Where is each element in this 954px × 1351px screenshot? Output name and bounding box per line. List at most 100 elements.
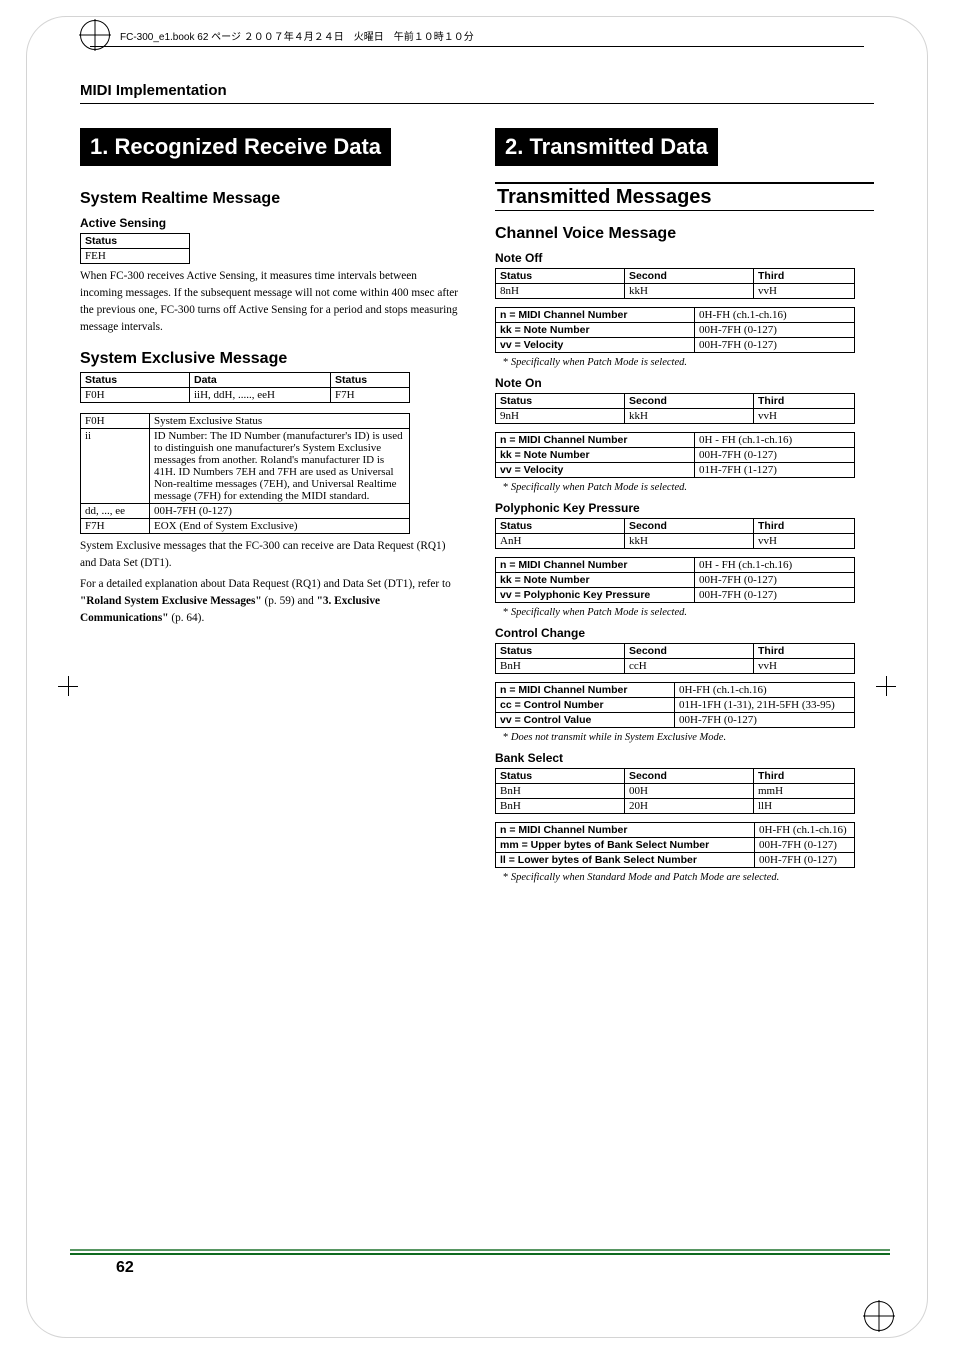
subheading-transmitted-messages: Transmitted Messages <box>495 182 874 211</box>
th: Third <box>754 519 855 534</box>
heading-note-off: Note Off <box>495 251 874 265</box>
th: vv = Polyphonic Key Pressure <box>496 588 695 603</box>
table-note-on-2: n = MIDI Channel Number0H - FH (ch.1-ch.… <box>495 432 855 478</box>
td: 00H-7FH (0-127) <box>695 448 855 463</box>
td: 0H - FH (ch.1-ch.16) <box>695 433 855 448</box>
td: 00H-7FH (0-127) <box>150 503 410 518</box>
td: vvH <box>754 534 855 549</box>
table-poly-1: Status Second Third AnH kkH vvH <box>495 518 855 549</box>
right-column: 2. Transmitted Data Transmitted Messages… <box>495 118 874 891</box>
td: 01H-1FH (1-31), 21H-5FH (33-95) <box>675 698 855 713</box>
footer-rule-icon <box>70 1253 890 1255</box>
td: AnH <box>496 534 625 549</box>
note-note-off: Specifically when Patch Mode is selected… <box>503 357 874 368</box>
td: System Exclusive Status <box>150 413 410 428</box>
td-value: FEH <box>81 249 190 264</box>
td: 9nH <box>496 409 625 424</box>
heading-channel-voice: Channel Voice Message <box>495 225 874 243</box>
para-sx-receive: System Exclusive messages that the FC-30… <box>80 538 459 572</box>
th: vv = Velocity <box>496 463 695 478</box>
td: F7H <box>331 387 410 402</box>
td: 0H - FH (ch.1-ch.16) <box>695 558 855 573</box>
td: 0H-FH (ch.1-ch.16) <box>755 823 855 838</box>
td: 00H-7FH (0-127) <box>755 838 855 853</box>
th: Second <box>625 769 754 784</box>
table-sysex-header: Status Data Status F0H iiH, ddH, ....., … <box>80 372 410 403</box>
th: Status <box>331 372 410 387</box>
th: Status <box>81 372 190 387</box>
th: ll = Lower bytes of Bank Select Number <box>496 853 755 868</box>
th: Third <box>754 644 855 659</box>
td: ID Number: The ID Number (manufacturer's… <box>150 428 410 503</box>
th: n = MIDI Channel Number <box>496 683 675 698</box>
td: iiH, ddH, ....., eeH <box>190 387 331 402</box>
note-bank: Specifically when Standard Mode and Patc… <box>503 872 874 883</box>
td: kkH <box>625 534 754 549</box>
td: kkH <box>625 409 754 424</box>
td: F0H <box>81 387 190 402</box>
th: Status <box>496 269 625 284</box>
text: (p. 59) and <box>265 595 317 607</box>
table-cc-2: n = MIDI Channel Number0H-FH (ch.1-ch.16… <box>495 682 855 728</box>
th: kk = Note Number <box>496 448 695 463</box>
heading-recognized: 1. Recognized Receive Data <box>80 128 391 166</box>
td: vvH <box>754 409 855 424</box>
two-column-layout: 1. Recognized Receive Data System Realti… <box>80 118 874 891</box>
td: llH <box>754 799 855 814</box>
th: Third <box>754 769 855 784</box>
note-poly: Specifically when Patch Mode is selected… <box>503 607 874 618</box>
td: BnH <box>496 784 625 799</box>
th: cc = Control Number <box>496 698 675 713</box>
table-sysex-detail: F0H System Exclusive Status ii ID Number… <box>80 413 410 534</box>
td: 00H-7FH (0-127) <box>695 588 855 603</box>
td: F0H <box>81 413 150 428</box>
th: Second <box>625 644 754 659</box>
td: 00H-7FH (0-127) <box>755 853 855 868</box>
table-poly-2: n = MIDI Channel Number0H - FH (ch.1-ch.… <box>495 557 855 603</box>
bold-ref: "Roland System Exclusive Messages" <box>80 595 262 607</box>
td: dd, ..., ee <box>81 503 150 518</box>
td: F7H <box>81 518 150 533</box>
heading-note-on: Note On <box>495 376 874 390</box>
td: vvH <box>754 659 855 674</box>
table-bank-1: Status Second Third BnH 00H mmH BnH 20H … <box>495 768 855 814</box>
td: 0H-FH (ch.1-ch.16) <box>695 308 855 323</box>
th: vv = Velocity <box>496 338 695 353</box>
th: Third <box>754 394 855 409</box>
table-note-off-1: Status Second Third 8nH kkH vvH <box>495 268 855 299</box>
td: 20H <box>625 799 754 814</box>
table-cc-1: Status Second Third BnH ccH vvH <box>495 643 855 674</box>
table-note-off-2: n = MIDI Channel Number0H-FH (ch.1-ch.16… <box>495 307 855 353</box>
heading-active-sensing: Active Sensing <box>80 216 459 230</box>
th: mm = Upper bytes of Bank Select Number <box>496 838 755 853</box>
table-bank-2: n = MIDI Channel Number0H-FH (ch.1-ch.16… <box>495 822 855 868</box>
td: ii <box>81 428 150 503</box>
heading-system-exclusive: System Exclusive Message <box>80 350 459 368</box>
title-rule <box>80 103 874 104</box>
td: EOX (End of System Exclusive) <box>150 518 410 533</box>
td: mmH <box>754 784 855 799</box>
td: 00H-7FH (0-127) <box>695 323 855 338</box>
th: Status <box>496 769 625 784</box>
th: n = MIDI Channel Number <box>496 433 695 448</box>
table-active-sensing: Status FEH <box>80 233 190 264</box>
th: n = MIDI Channel Number <box>496 308 695 323</box>
td: BnH <box>496 799 625 814</box>
table-note-on-1: Status Second Third 9nH kkH vvH <box>495 393 855 424</box>
text: (p. 64). <box>171 612 204 624</box>
th: Third <box>754 269 855 284</box>
td: 0H-FH (ch.1-ch.16) <box>675 683 855 698</box>
th: Status <box>496 394 625 409</box>
para-active-sensing: When FC-300 receives Active Sensing, it … <box>80 268 459 336</box>
th: Status <box>496 644 625 659</box>
td: 00H <box>625 784 754 799</box>
td: 00H-7FH (0-127) <box>695 338 855 353</box>
text: For a detailed explanation about Data Re… <box>80 578 451 590</box>
th: n = MIDI Channel Number <box>496 823 755 838</box>
th-status: Status <box>81 234 190 249</box>
th: Second <box>625 394 754 409</box>
th: kk = Note Number <box>496 573 695 588</box>
td: 01H-7FH (1-127) <box>695 463 855 478</box>
note-cc: Does not transmit while in System Exclus… <box>503 732 874 743</box>
th: Status <box>496 519 625 534</box>
